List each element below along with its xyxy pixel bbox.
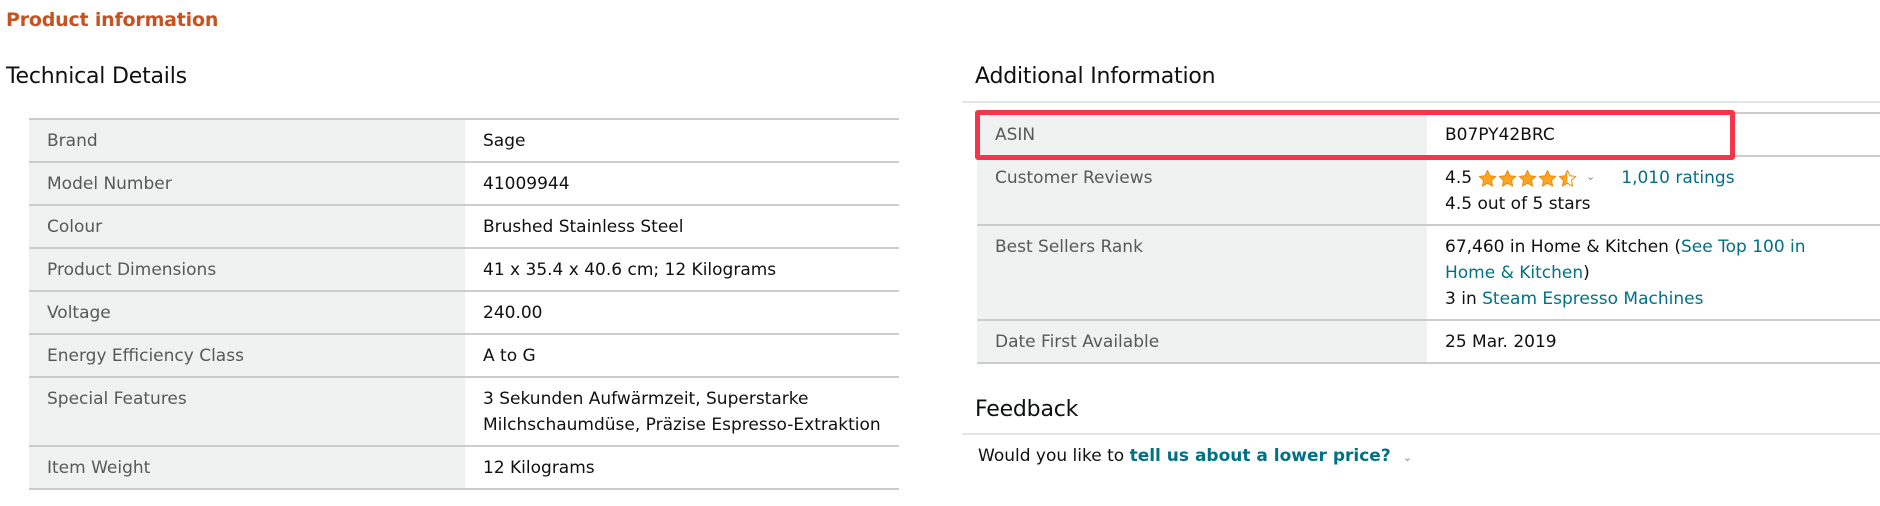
table-row: Product Dimensions 41 x 35.4 x 40.6 cm; … bbox=[29, 247, 899, 291]
technical-details-heading: Technical Details bbox=[6, 64, 187, 89]
rank-line: 67,460 in Home & Kitchen (See Top 100 in… bbox=[1445, 234, 1845, 286]
section-divider bbox=[962, 433, 1880, 435]
table-row-date-first-available: Date First Available 25 Mar. 2019 bbox=[977, 319, 1880, 364]
row-value: 240.00 bbox=[465, 290, 899, 334]
technical-details-table: Brand Sage Model Number 41009944 Colour … bbox=[29, 118, 899, 490]
row-label: Colour bbox=[29, 204, 465, 248]
row-value: 67,460 in Home & Kitchen (See Top 100 in… bbox=[1427, 224, 1880, 320]
chevron-down-icon[interactable]: ⌄ bbox=[1586, 164, 1595, 190]
row-label: Item Weight bbox=[29, 445, 465, 490]
star-icon bbox=[1538, 169, 1557, 187]
rank-text: 3 in bbox=[1445, 289, 1483, 309]
chevron-down-icon[interactable]: ⌄ bbox=[1403, 451, 1412, 464]
row-value: A to G bbox=[465, 333, 899, 377]
star-icon bbox=[1558, 169, 1577, 187]
row-label: Product Dimensions bbox=[29, 247, 465, 291]
table-row: Model Number 41009944 bbox=[29, 161, 899, 205]
star-icon bbox=[1478, 169, 1497, 187]
rating-line: 4.5 ⌄ 1,010 ratings bbox=[1445, 165, 1864, 191]
lower-price-link[interactable]: tell us about a lower price? bbox=[1130, 446, 1391, 466]
rating-summary: 4.5 out of 5 stars bbox=[1445, 194, 1591, 214]
page-title: Product information bbox=[6, 9, 219, 31]
rank-text: 67,460 in Home & Kitchen ( bbox=[1445, 237, 1681, 257]
table-row: Voltage 240.00 bbox=[29, 290, 899, 334]
feedback-heading: Feedback bbox=[975, 397, 1079, 422]
table-row-customer-reviews: Customer Reviews 4.5 ⌄ 1,010 ratings 4.5… bbox=[977, 155, 1880, 225]
additional-information-heading: Additional Information bbox=[975, 64, 1216, 89]
row-label: ASIN bbox=[977, 112, 1427, 156]
category-link[interactable]: Steam Espresso Machines bbox=[1482, 289, 1703, 309]
additional-information-table: ASIN B07PY42BRC Customer Reviews 4.5 ⌄ 1… bbox=[977, 112, 1880, 364]
star-rating[interactable] bbox=[1478, 169, 1578, 188]
row-value: Brushed Stainless Steel bbox=[465, 204, 899, 248]
table-row-asin: ASIN B07PY42BRC bbox=[977, 112, 1880, 156]
row-value: 3 Sekunden Aufwärmzeit, Superstarke Milc… bbox=[465, 376, 899, 446]
table-row: Energy Efficiency Class A to G bbox=[29, 333, 899, 377]
row-label: Voltage bbox=[29, 290, 465, 334]
feedback-text: Would you like to bbox=[978, 446, 1130, 466]
feedback-prompt: Would you like to tell us about a lower … bbox=[978, 446, 1438, 466]
row-label: Brand bbox=[29, 118, 465, 162]
table-row: Item Weight 12 Kilograms bbox=[29, 445, 899, 490]
row-value: 4.5 ⌄ 1,010 ratings 4.5 out of 5 stars bbox=[1427, 155, 1880, 225]
row-label: Date First Available bbox=[977, 319, 1427, 364]
table-row-best-sellers-rank: Best Sellers Rank 67,460 in Home & Kitch… bbox=[977, 224, 1880, 320]
value-line: Milchschaumdüse, Präzise Espresso-Extrak… bbox=[483, 415, 881, 435]
rank-close: ) bbox=[1583, 263, 1590, 283]
row-value: 12 Kilograms bbox=[465, 445, 899, 490]
row-label: Energy Efficiency Class bbox=[29, 333, 465, 377]
row-label: Special Features bbox=[29, 376, 465, 446]
rank-line: 3 in Steam Espresso Machines bbox=[1445, 286, 1864, 312]
section-divider bbox=[962, 101, 1880, 103]
row-label: Customer Reviews bbox=[977, 155, 1427, 225]
row-value: 41 x 35.4 x 40.6 cm; 12 Kilograms bbox=[465, 247, 899, 291]
value-line: 3 Sekunden Aufwärmzeit, Superstarke bbox=[483, 389, 809, 409]
row-value: 41009944 bbox=[465, 161, 899, 205]
table-row: Special Features 3 Sekunden Aufwärmzeit,… bbox=[29, 376, 899, 446]
row-label: Best Sellers Rank bbox=[977, 224, 1427, 320]
table-row: Colour Brushed Stainless Steel bbox=[29, 204, 899, 248]
star-icon bbox=[1518, 169, 1537, 187]
asin-value: B07PY42BRC bbox=[1427, 112, 1880, 156]
row-value: 25 Mar. 2019 bbox=[1427, 319, 1880, 364]
rating-number: 4.5 bbox=[1445, 168, 1473, 188]
table-row: Brand Sage bbox=[29, 118, 899, 162]
ratings-count-link[interactable]: 1,010 ratings bbox=[1621, 165, 1734, 191]
star-icon bbox=[1498, 169, 1517, 187]
row-label: Model Number bbox=[29, 161, 465, 205]
row-value: Sage bbox=[465, 118, 899, 162]
